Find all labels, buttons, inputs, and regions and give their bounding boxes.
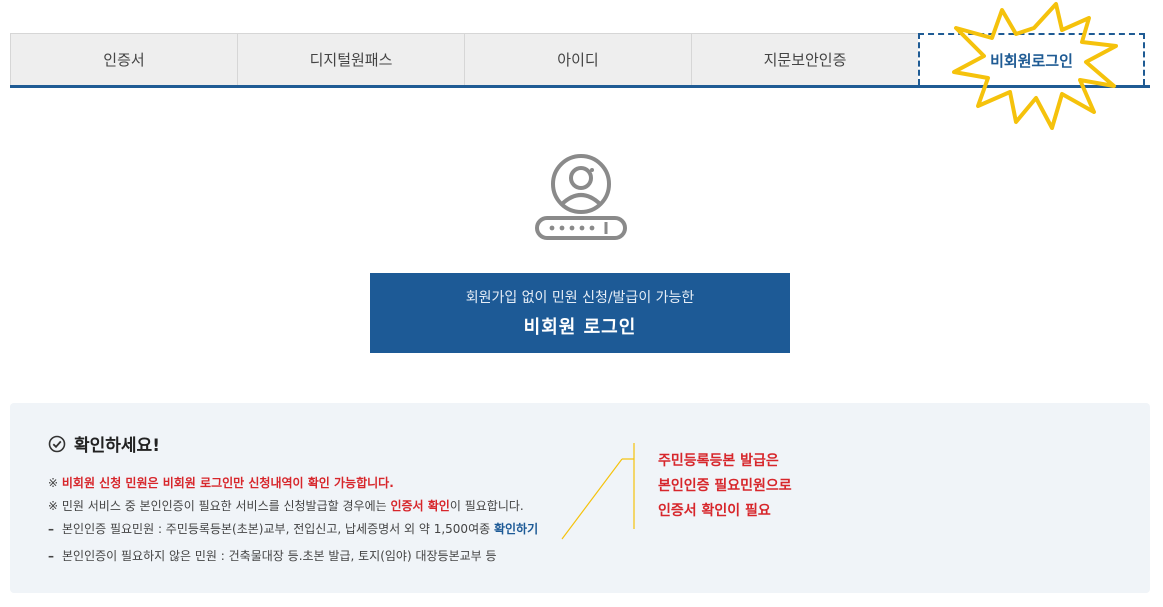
dash-mark: –: [48, 549, 54, 563]
dash-mark: –: [48, 522, 54, 536]
tab-label: 비회원로그인: [990, 51, 1073, 70]
callout-connector: [561, 443, 635, 540]
note-prefix: ※: [48, 476, 62, 490]
notice-line-2: ※ 민원 서비스 중 본인인증이 필요한 서비스를 신청발급할 경우에는 인증서…: [48, 497, 524, 514]
note-text: 본인인증 필요민원 : 주민등록등본(초본)교부, 전입신고, 납세증명서 외 …: [62, 522, 494, 536]
notice-title-text: 확인하세요!: [74, 436, 160, 456]
note-text: 이 필요합니다.: [449, 499, 524, 513]
tab-label: 아이디: [557, 51, 599, 69]
login-button-label: 비회원 로그인: [523, 317, 637, 338]
login-button-subtitle: 회원가입 없이 민원 신청/발급이 가능한: [465, 290, 695, 306]
tab-digital-onepass[interactable]: 디지털원패스: [237, 33, 464, 85]
tab-label: 디지털원패스: [309, 51, 393, 69]
notice-box: 확인하세요! ※ 비회원 신청 민원은 비회원 로그인만 신청내역이 확인 가능…: [10, 403, 1150, 593]
notice-title: 확인하세요!: [48, 431, 160, 456]
non-member-login-button[interactable]: 회원가입 없이 민원 신청/발급이 가능한 비회원 로그인: [370, 273, 790, 353]
user-login-key-icon: [535, 154, 627, 240]
note-highlight-text: 인증서 확인: [390, 499, 450, 513]
confirm-link[interactable]: 확인하기: [494, 522, 538, 536]
tab-label: 인증서: [103, 51, 145, 69]
notice-line-4: – 본인인증이 필요하지 않은 민원 : 건축물대장 등.초본 발급, 토지(임야…: [48, 547, 497, 564]
tab-label: 지문보안인증: [763, 51, 847, 69]
callout-line: 인증서 확인이 필요: [658, 503, 771, 519]
tab-non-member-login[interactable]: 비회원로그인: [918, 33, 1145, 85]
login-method-tabs: 인증서 디지털원패스 아이디 지문보안인증 비회원로그인: [10, 33, 1150, 88]
check-circle-icon: [48, 435, 66, 452]
note-text: ※ 민원 서비스 중 본인인증이 필요한 서비스를 신청발급할 경우에는: [48, 499, 391, 513]
notice-line-3: – 본인인증 필요민원 : 주민등록등본(초본)교부, 전입신고, 납세증명서 외…: [48, 520, 538, 537]
callout-text: 주민등록등본 발급은 본인인증 필요민원으로 인증서 확인이 필요: [658, 449, 792, 524]
callout-line: 본인인증 필요민원으로: [658, 478, 792, 494]
notice-line-1: ※ 비회원 신청 민원은 비회원 로그인만 신청내역이 확인 가능합니다.: [48, 474, 394, 491]
tab-id[interactable]: 아이디: [464, 33, 691, 85]
tab-fingerprint[interactable]: 지문보안인증: [691, 33, 918, 85]
tab-certificate[interactable]: 인증서: [10, 33, 237, 85]
callout-line: 주민등록등본 발급은: [658, 453, 779, 469]
note-highlight-text: 비회원 신청 민원은 비회원 로그인만 신청내역이 확인 가능합니다.: [61, 476, 394, 490]
note-text: 본인인증이 필요하지 않은 민원 : 건축물대장 등.초본 발급, 토지(임야)…: [62, 549, 497, 563]
